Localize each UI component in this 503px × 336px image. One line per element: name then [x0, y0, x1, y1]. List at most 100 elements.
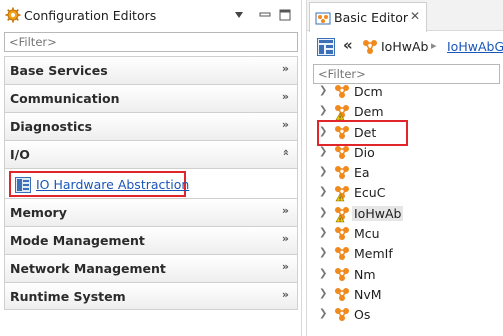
module-icon [333, 125, 351, 145]
expand-chevron-icon[interactable]: » [282, 260, 289, 273]
tree-item-label: Dem [354, 104, 384, 120]
editor-icon [15, 177, 31, 196]
close-icon[interactable]: ✕ [410, 9, 420, 23]
breadcrumb-next-link[interactable]: IoHwAbG [447, 39, 503, 54]
section-label: I/O [10, 147, 30, 162]
expand-arrow-icon[interactable]: ❯ [319, 105, 327, 116]
basic-editor-icon [315, 10, 331, 29]
expand-chevron-icon[interactable]: » [282, 232, 289, 245]
breadcrumb-current[interactable]: IoHwAb [381, 39, 428, 54]
section-label: Runtime System [10, 289, 126, 304]
module-icon [333, 104, 351, 124]
editor-tab-bar: Basic Editor ✕ [307, 0, 503, 32]
tree-filter-input[interactable] [313, 64, 500, 84]
expand-arrow-icon[interactable]: ❯ [319, 308, 327, 319]
expand-chevron-icon[interactable]: » [282, 118, 289, 131]
module-icon [333, 287, 351, 307]
section-memory[interactable]: Memory » [4, 198, 298, 226]
tree-item-label: MemIf [354, 246, 393, 262]
tree-item[interactable]: ❯ EcuC [307, 183, 503, 203]
view-title: Configuration Editors [24, 8, 157, 23]
section-runtime-system[interactable]: Runtime System » [4, 282, 298, 310]
tree-item[interactable]: ❯ Os [307, 305, 503, 325]
tree-item[interactable]: ❯ Nm [307, 265, 503, 285]
tree-item-label: Mcu [354, 226, 380, 242]
maximize-icon[interactable] [276, 6, 294, 24]
tree-item[interactable]: ❯ Dem [307, 102, 503, 122]
tree-item-label: Dcm [354, 84, 383, 99]
module-icon [333, 165, 351, 185]
section-label: Mode Management [10, 233, 145, 248]
expand-arrow-icon[interactable]: ❯ [319, 166, 327, 177]
io-hardware-abstraction-label: IO Hardware Abstraction [36, 177, 190, 192]
expand-arrow-icon[interactable]: ❯ [319, 146, 327, 157]
section-base-services[interactable]: Base Services » [4, 56, 298, 84]
expand-chevron-icon[interactable]: » [282, 90, 289, 103]
module-icon [333, 84, 351, 104]
tree-item[interactable]: ❯ Det [307, 123, 503, 143]
section-io[interactable]: I/O » [4, 140, 298, 168]
expand-arrow-icon[interactable]: ❯ [319, 247, 327, 258]
tree-item-label: Os [354, 307, 371, 323]
module-icon [333, 145, 351, 165]
tree-item[interactable]: ❯ Mcu [307, 224, 503, 244]
module-icon [333, 267, 351, 287]
tree-item[interactable]: ❯ Ea [307, 163, 503, 183]
expand-arrow-icon[interactable]: ❯ [319, 186, 327, 197]
tree-item-label: EcuC [354, 185, 386, 201]
section-io-body: IO Hardware Abstraction [4, 168, 298, 198]
module-icon [333, 206, 351, 226]
configuration-editors-view: Configuration Editors Base Services » Co… [0, 0, 302, 336]
view-menu-icon[interactable] [230, 6, 248, 24]
io-hardware-abstraction-link[interactable]: IO Hardware Abstraction [9, 171, 190, 197]
expand-arrow-icon[interactable]: ❯ [319, 268, 327, 279]
expand-arrow-icon[interactable]: ❯ [319, 85, 327, 96]
basic-editor-view: Basic Editor ✕ « IoHwAb ▸ IoHwAbG ❯ Dcm ❯ D… [306, 0, 503, 336]
editor-layout-icon[interactable] [317, 38, 335, 59]
breadcrumb-back-icon[interactable]: « [343, 36, 353, 54]
editor-sections: Base Services » Communication » Diagnost… [4, 56, 298, 310]
basic-editor-tab[interactable]: Basic Editor ✕ [309, 2, 427, 32]
module-icon [333, 185, 351, 205]
section-network-management[interactable]: Network Management » [4, 254, 298, 282]
breadcrumb-separator-icon: ▸ [431, 39, 437, 52]
collapse-chevron-icon[interactable]: » [279, 149, 292, 156]
tree-item-label: Det [354, 124, 377, 140]
tree-item-label: NvM [354, 286, 382, 302]
expand-chevron-icon[interactable]: » [282, 288, 289, 301]
tree-item-label: Ea [354, 165, 370, 181]
tree-item[interactable]: ❯ NvM [307, 285, 503, 305]
tree-item-label: Dio [354, 144, 375, 160]
tab-title: Basic Editor [334, 10, 409, 25]
section-label: Base Services [10, 63, 108, 78]
module-icon [333, 226, 351, 246]
tree-item[interactable]: ❯ Dio [307, 143, 503, 163]
section-communication[interactable]: Communication » [4, 84, 298, 112]
configuration-editors-tab[interactable]: Configuration Editors [0, 0, 301, 31]
tree-item-label: IoHwAb [352, 205, 404, 221]
section-label: Communication [10, 91, 120, 106]
expand-arrow-icon[interactable]: ❯ [319, 126, 327, 137]
module-icon [333, 246, 351, 266]
module-icon [333, 307, 351, 327]
gear-star-icon [5, 7, 21, 23]
section-mode-management[interactable]: Mode Management » [4, 226, 298, 254]
filter-input[interactable] [4, 32, 298, 52]
minimize-icon[interactable] [256, 6, 274, 24]
expand-chevron-icon[interactable]: » [282, 62, 289, 75]
expand-arrow-icon[interactable]: ❯ [319, 207, 327, 218]
module-icon [362, 39, 378, 58]
section-label: Memory [10, 205, 67, 220]
tree-item[interactable]: ❯ MemIf [307, 244, 503, 264]
section-label: Network Management [10, 261, 166, 276]
section-label: Diagnostics [10, 119, 93, 134]
tree-item[interactable]: ❯ IoHwAb [307, 204, 503, 224]
breadcrumb: « IoHwAb ▸ IoHwAbG [307, 32, 503, 62]
tree-item[interactable]: ❯ Dcm [307, 82, 503, 102]
module-tree: ❯ Dcm ❯ Dem ❯ Det ❯ Dio ❯ Ea ❯ EcuC ❯ IoHwAb ❯ Mcu ❯ MemI… [307, 82, 503, 326]
tree-item-label: Nm [354, 266, 376, 282]
section-diagnostics[interactable]: Diagnostics » [4, 112, 298, 140]
expand-arrow-icon[interactable]: ❯ [319, 227, 327, 238]
expand-chevron-icon[interactable]: » [282, 204, 289, 217]
expand-arrow-icon[interactable]: ❯ [319, 288, 327, 299]
